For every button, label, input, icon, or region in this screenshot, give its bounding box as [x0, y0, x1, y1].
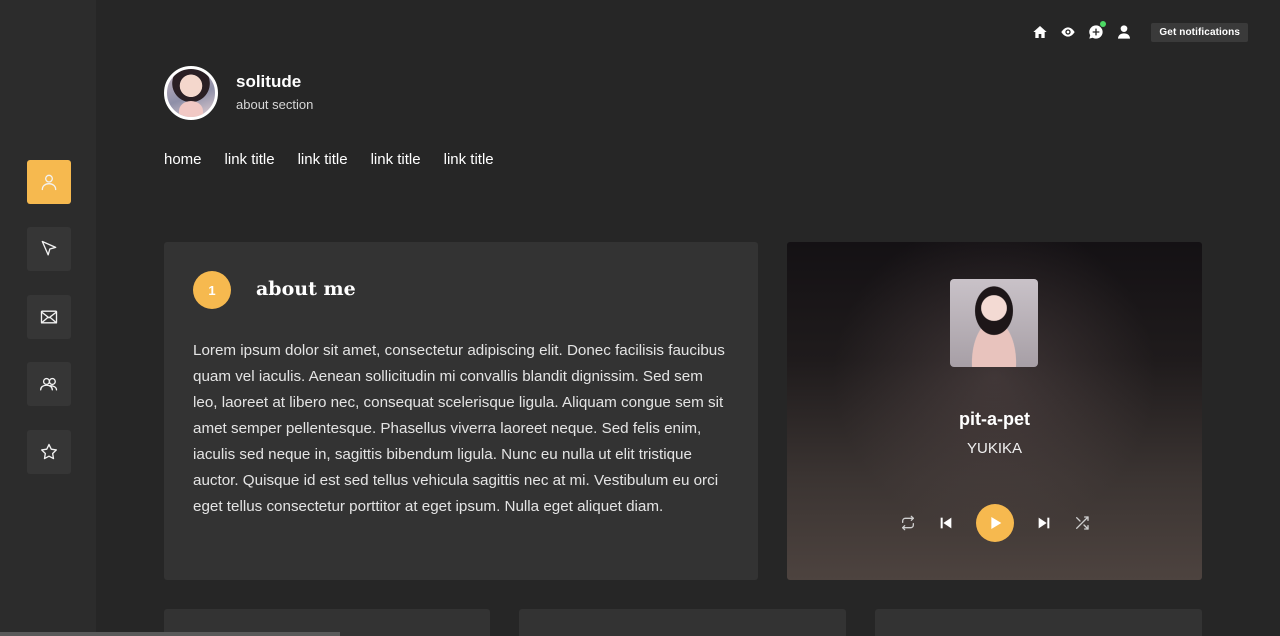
- repeat-icon: [901, 515, 914, 531]
- avatar: [164, 66, 218, 120]
- new-message-button[interactable]: [1087, 21, 1107, 41]
- eye-icon: [1061, 27, 1076, 37]
- about-body: Lorem ipsum dolor sit amet, consectetur …: [193, 342, 725, 515]
- sidebar-item-profile[interactable]: [27, 160, 71, 204]
- nav-link[interactable]: link title: [298, 151, 348, 168]
- song-title: pit-a-pet: [959, 409, 1030, 429]
- content-card: [875, 609, 1202, 636]
- user-icon: [41, 174, 57, 191]
- send-icon: [41, 240, 57, 256]
- mail-icon: [40, 310, 58, 324]
- sidebar-item-send[interactable]: [27, 227, 71, 271]
- top-bar: Get notifications: [1031, 21, 1248, 42]
- horizontal-scrollbar[interactable]: [0, 632, 340, 636]
- users-icon: [40, 377, 58, 391]
- sidebar-item-favorites[interactable]: [27, 430, 71, 474]
- play-icon: [991, 517, 1002, 529]
- previous-icon: [940, 517, 951, 529]
- nav-link-home[interactable]: home: [164, 151, 202, 168]
- main-nav: home link title link title link title li…: [164, 151, 494, 168]
- view-button[interactable]: [1059, 23, 1077, 41]
- get-notifications-button[interactable]: Get notifications: [1151, 22, 1248, 42]
- sidebar-item-mail[interactable]: [27, 295, 71, 339]
- sidebar: [0, 0, 96, 636]
- content-card: [519, 609, 846, 636]
- sidebar-item-users[interactable]: [27, 362, 71, 406]
- online-status-dot: [1100, 21, 1107, 27]
- section-number-badge: 1: [193, 271, 231, 309]
- previous-button[interactable]: [936, 513, 956, 533]
- user-icon: [1118, 25, 1131, 39]
- star-icon: [41, 443, 57, 460]
- nav-link[interactable]: link title: [371, 151, 421, 168]
- shuffle-button[interactable]: [1072, 513, 1092, 533]
- shuffle-icon: [1075, 516, 1089, 530]
- song-artist: YUKIKA: [966, 440, 1023, 457]
- nav-link[interactable]: link title: [225, 151, 275, 168]
- profile-name: solitude: [236, 72, 302, 91]
- home-button[interactable]: [1031, 23, 1049, 41]
- home-icon: [1033, 26, 1048, 38]
- account-button[interactable]: [1115, 23, 1133, 41]
- play-button[interactable]: [975, 504, 1014, 542]
- music-player: pit-a-pet YUKIKA: [787, 242, 1202, 580]
- about-card: 1 about me Lorem ipsum dolor sit amet, c…: [164, 242, 758, 580]
- profile-subtitle: about section: [236, 97, 314, 112]
- repeat-button[interactable]: [898, 513, 918, 533]
- about-title: about me: [256, 278, 356, 300]
- next-button[interactable]: [1034, 513, 1054, 533]
- next-icon: [1038, 517, 1049, 529]
- nav-link[interactable]: link title: [444, 151, 494, 168]
- album-cover: [950, 279, 1038, 367]
- player-controls: [787, 504, 1202, 542]
